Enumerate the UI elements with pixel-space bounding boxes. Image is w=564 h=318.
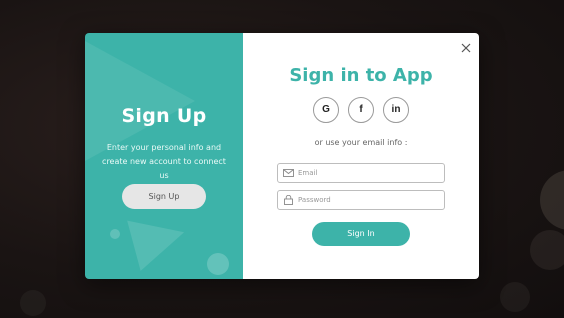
sign-in-modal: Sign Up Enter your personal info and cre… [85,33,479,279]
backdrop-bokeh [20,290,46,316]
sign-up-panel: Sign Up Enter your personal info and cre… [85,33,243,279]
linkedin-icon: in [391,104,401,115]
close-icon [461,43,471,53]
password-field-wrapper [277,190,445,210]
decorative-circle [207,253,229,275]
envelope-icon [280,164,296,182]
email-field-wrapper [277,163,445,183]
decorative-circle [110,229,120,239]
backdrop-bokeh [500,282,530,312]
google-login-button[interactable]: G [313,97,339,123]
backdrop-bokeh [530,230,564,270]
linkedin-login-button[interactable]: in [383,97,409,123]
facebook-login-button[interactable]: f [348,97,374,123]
social-login-row: G f in [313,97,409,123]
sign-up-button[interactable]: Sign Up [122,184,206,209]
sign-up-description: Enter your personal info and create new … [102,143,226,180]
sign-in-title: Sign in to App [289,65,433,86]
lock-icon [280,191,296,209]
sign-in-button[interactable]: Sign In [312,222,410,246]
email-divider-text: or use your email info : [314,138,408,147]
backdrop-bokeh [540,170,564,230]
email-field[interactable] [296,169,438,177]
google-icon: G [322,104,330,115]
sign-in-panel: Sign in to App G f in or use your email … [243,33,479,279]
close-button[interactable] [459,40,473,54]
decorative-triangle [127,207,191,271]
facebook-icon: f [359,104,363,115]
sign-up-title: Sign Up [121,105,207,127]
password-field[interactable] [296,196,438,204]
